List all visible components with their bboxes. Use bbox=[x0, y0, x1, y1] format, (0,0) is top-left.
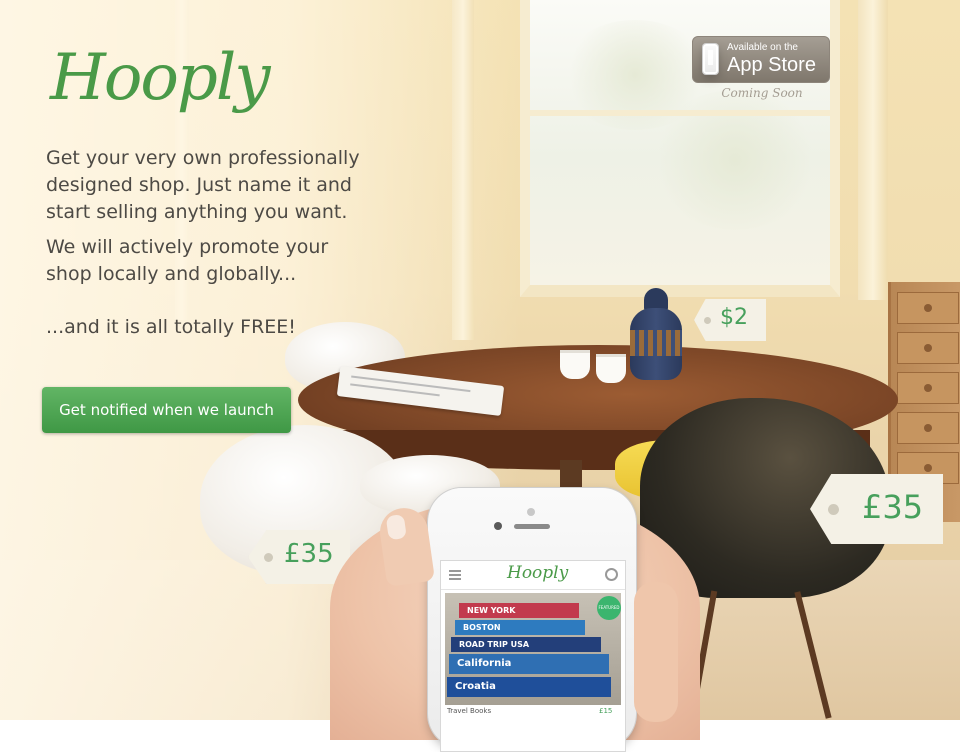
iphone-mockup: Hooply NEW YORK BOSTON ROAD TRIP USA Cal… bbox=[428, 488, 636, 752]
iphone-icon bbox=[703, 44, 718, 74]
book-spine: NEW YORK bbox=[459, 603, 579, 618]
hero-paragraph-2: We will actively promote your shop local… bbox=[46, 236, 329, 285]
hero-paragraph-3: ...and it is all totally FREE! bbox=[46, 316, 296, 338]
hero-copy: Get your very own professionally designe… bbox=[46, 145, 376, 341]
price-tag-white-chair: £35 bbox=[248, 530, 350, 584]
coming-soon-label: Coming Soon bbox=[721, 86, 803, 100]
featured-product-photo[interactable]: NEW YORK BOSTON ROAD TRIP USA California… bbox=[445, 593, 621, 705]
search-icon[interactable] bbox=[605, 568, 618, 581]
app-store-badge[interactable]: Available on the App Store bbox=[692, 36, 830, 83]
app-logo: Hooply bbox=[507, 563, 569, 583]
fingers bbox=[634, 582, 678, 722]
app-store-line1: Available on the bbox=[727, 42, 798, 53]
price-tag-label: $2 bbox=[720, 305, 748, 330]
book-spine: California bbox=[449, 654, 609, 674]
hooply-logo[interactable]: Hooply bbox=[50, 28, 270, 128]
front-camera bbox=[494, 522, 502, 530]
window-frame-right bbox=[858, 0, 888, 300]
teapot bbox=[630, 282, 682, 382]
cup bbox=[596, 354, 626, 383]
hero-paragraph-1: Get your very own professionally designe… bbox=[46, 147, 360, 223]
price-tag-label: £35 bbox=[862, 488, 924, 526]
logo-wordmark: Hooply bbox=[50, 41, 270, 115]
price-tag-black-chair: £35 bbox=[810, 474, 943, 544]
earpiece-speaker bbox=[514, 524, 550, 529]
app-header: Hooply bbox=[441, 561, 625, 590]
phone-screen: Hooply NEW YORK BOSTON ROAD TRIP USA Cal… bbox=[440, 560, 626, 752]
book-spine: ROAD TRIP USA bbox=[451, 637, 601, 652]
featured-badge: FEATURED bbox=[597, 596, 621, 620]
app-store-line2: App Store bbox=[727, 54, 816, 76]
hamburger-menu-icon[interactable] bbox=[449, 570, 461, 580]
book-spine: BOSTON bbox=[455, 620, 585, 635]
price-tag-label: £35 bbox=[284, 539, 334, 569]
product-caption: Travel Books bbox=[447, 707, 492, 715]
product-price: £15 bbox=[599, 707, 613, 715]
book-spine: Croatia bbox=[447, 677, 611, 697]
cup bbox=[560, 350, 590, 379]
price-tag-teapot: $2 bbox=[694, 299, 766, 341]
get-notified-button[interactable]: Get notified when we launch bbox=[42, 387, 291, 433]
